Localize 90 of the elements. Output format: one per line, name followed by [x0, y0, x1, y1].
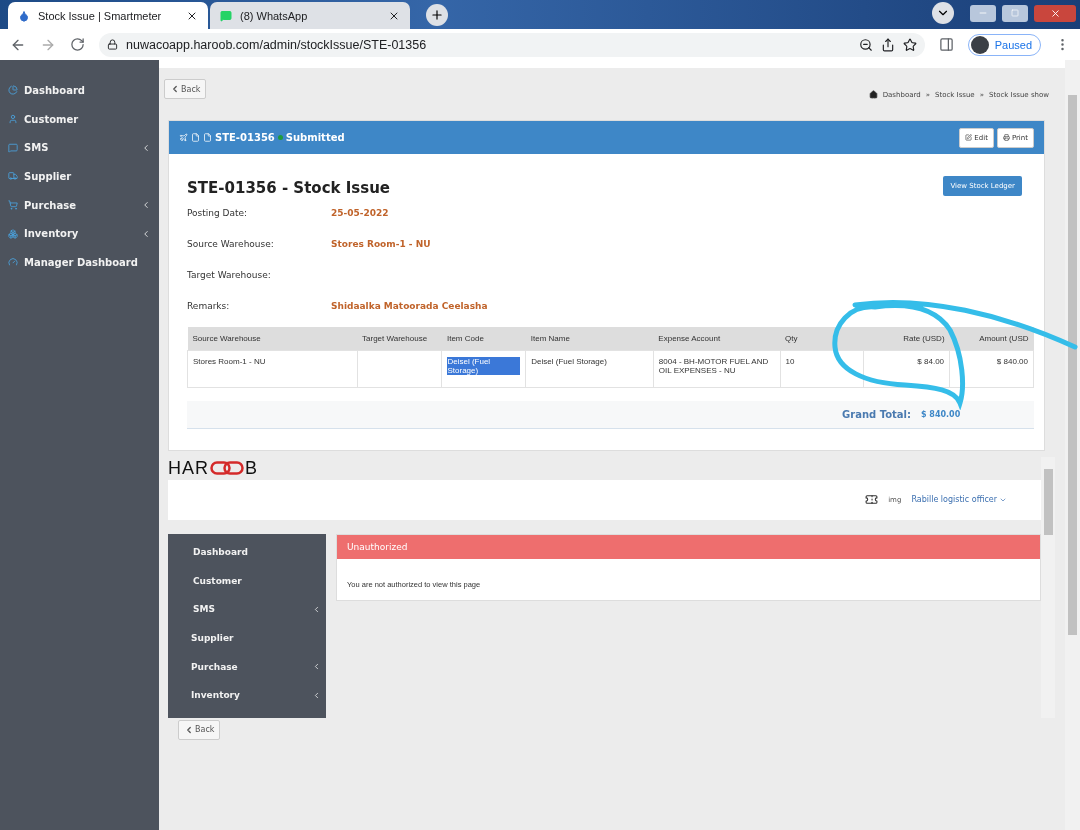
- table-cell: Stores Room-1 - NU: [187, 350, 358, 387]
- user-menu[interactable]: Rabille logistic officer: [911, 495, 997, 504]
- menu-item-icon: [8, 142, 18, 153]
- address-field[interactable]: nuwacoapp.haroob.com/admin/stockIssue/STE-01356: [99, 32, 925, 57]
- field-label: Posting Date:: [187, 207, 249, 218]
- chevron-icon: [141, 142, 151, 153]
- star-icon[interactable]: [902, 37, 917, 52]
- sidebar-item[interactable]: Supplier: [0, 162, 159, 191]
- page-title: STE-01356 - Stock Issue: [187, 179, 391, 197]
- sidebar-item[interactable]: Inventory: [0, 219, 159, 249]
- droplet-icon: [18, 9, 30, 22]
- reload-icon[interactable]: [70, 37, 85, 52]
- sidebar-item[interactable]: SMS: [0, 133, 159, 163]
- plus-icon: [430, 8, 444, 22]
- plane-icon: [179, 133, 188, 142]
- sidebar-item[interactable]: Supplier: [168, 623, 326, 653]
- chevron-left-icon: [170, 84, 180, 94]
- column-header: Item Name: [525, 327, 654, 350]
- maximize-button[interactable]: [1002, 4, 1028, 22]
- back-button[interactable]: Back: [178, 719, 221, 740]
- edit-icon: [965, 134, 973, 141]
- file-icon: [203, 133, 212, 142]
- scrollbar[interactable]: [1065, 60, 1080, 830]
- table-cell: 8004 - BH-MOTOR FUEL AND OIL EXPENSES - NU: [653, 350, 781, 387]
- chevron-icon: [312, 662, 321, 672]
- grand-total-label: Grand Total:: [842, 408, 911, 420]
- sidebar-item[interactable]: Purchase: [0, 190, 159, 220]
- menu-item-icon: [8, 171, 18, 182]
- column-header: Expense Account: [653, 327, 781, 350]
- column-header: Rate (USD): [863, 327, 950, 350]
- field-value: Shidaalka Matoorada Ceelasha: [331, 300, 488, 311]
- chat-icon: [220, 9, 232, 22]
- column-header: Amount (USD: [949, 327, 1034, 350]
- tab-search-button[interactable]: [932, 2, 954, 24]
- menu-item-icon: [8, 114, 18, 125]
- scrollbar[interactable]: [1041, 456, 1055, 718]
- linked-rings-icon: [210, 461, 244, 475]
- sidebar-item[interactable]: SMS: [168, 594, 326, 624]
- close-icon: [1049, 7, 1061, 19]
- chevron-icon: [141, 200, 151, 211]
- sidebar-item[interactable]: Manager Dashboard: [0, 248, 159, 277]
- table-cell: $ 840.00: [949, 350, 1034, 387]
- column-header: Qty: [780, 327, 864, 350]
- ticket-icon[interactable]: [865, 493, 879, 506]
- file-icon: [191, 133, 200, 142]
- alert-title: Unauthorized: [337, 534, 1040, 559]
- column-header: Target Warehouse: [357, 327, 442, 350]
- field-label: Source Warehouse:: [187, 238, 275, 249]
- grand-total-value: $ 840.00: [920, 409, 961, 419]
- status-dot: [277, 135, 283, 140]
- new-tab-button[interactable]: [426, 4, 448, 26]
- column-header: Item Code: [441, 327, 526, 350]
- column-header: Source Warehouse: [187, 327, 358, 350]
- printer-icon: [1002, 134, 1010, 141]
- back-button[interactable]: Back: [164, 79, 207, 99]
- chevron-icon: [312, 690, 321, 700]
- chevron-icon: [312, 604, 321, 614]
- side-panel-icon[interactable]: [938, 37, 954, 52]
- share-icon[interactable]: [880, 37, 895, 52]
- zoom-out-icon[interactable]: [858, 37, 873, 52]
- lock-icon: [107, 39, 118, 50]
- field-label: Remarks:: [187, 300, 231, 311]
- menu-item-icon: [8, 257, 18, 268]
- logo: HAR B: [168, 456, 260, 480]
- sidebar-item[interactable]: Inventory: [168, 680, 326, 710]
- maximize-icon: [1011, 9, 1019, 17]
- field-label: Target Warehouse:: [187, 269, 272, 280]
- avatar: [970, 35, 989, 54]
- table-cell: Deisel (Fuel Storage): [525, 350, 654, 387]
- document-id: STE-01356: [215, 132, 275, 143]
- minimize-button[interactable]: [970, 4, 996, 22]
- menu-item-icon: [8, 228, 18, 239]
- sidebar-item[interactable]: Customer: [168, 566, 326, 595]
- browser-tab[interactable]: Stock Issue | Smartmeter: [8, 2, 208, 29]
- table-cell: Deisel (Fuel Storage): [441, 350, 526, 387]
- field-value: 25-05-2022: [331, 207, 389, 218]
- home-icon: [868, 90, 878, 99]
- document-status: Submitted: [285, 132, 345, 143]
- chevron-left-icon: [184, 724, 194, 735]
- table-cell: $ 84.00: [863, 350, 950, 387]
- sidebar-item[interactable]: Dashboard: [168, 537, 326, 567]
- sidebar-item[interactable]: Dashboard: [0, 76, 159, 105]
- browser-tab[interactable]: (8) WhatsApp: [210, 2, 410, 29]
- sidebar-item[interactable]: Purchase: [168, 652, 326, 681]
- menu-item-icon: [8, 200, 18, 211]
- sidebar-item[interactable]: Customer: [0, 104, 159, 134]
- chevron-icon: [141, 228, 151, 239]
- menu-item-icon: [8, 85, 18, 96]
- table-cell: 10: [780, 350, 864, 387]
- field-value: Stores Room-1 - NU: [331, 238, 431, 249]
